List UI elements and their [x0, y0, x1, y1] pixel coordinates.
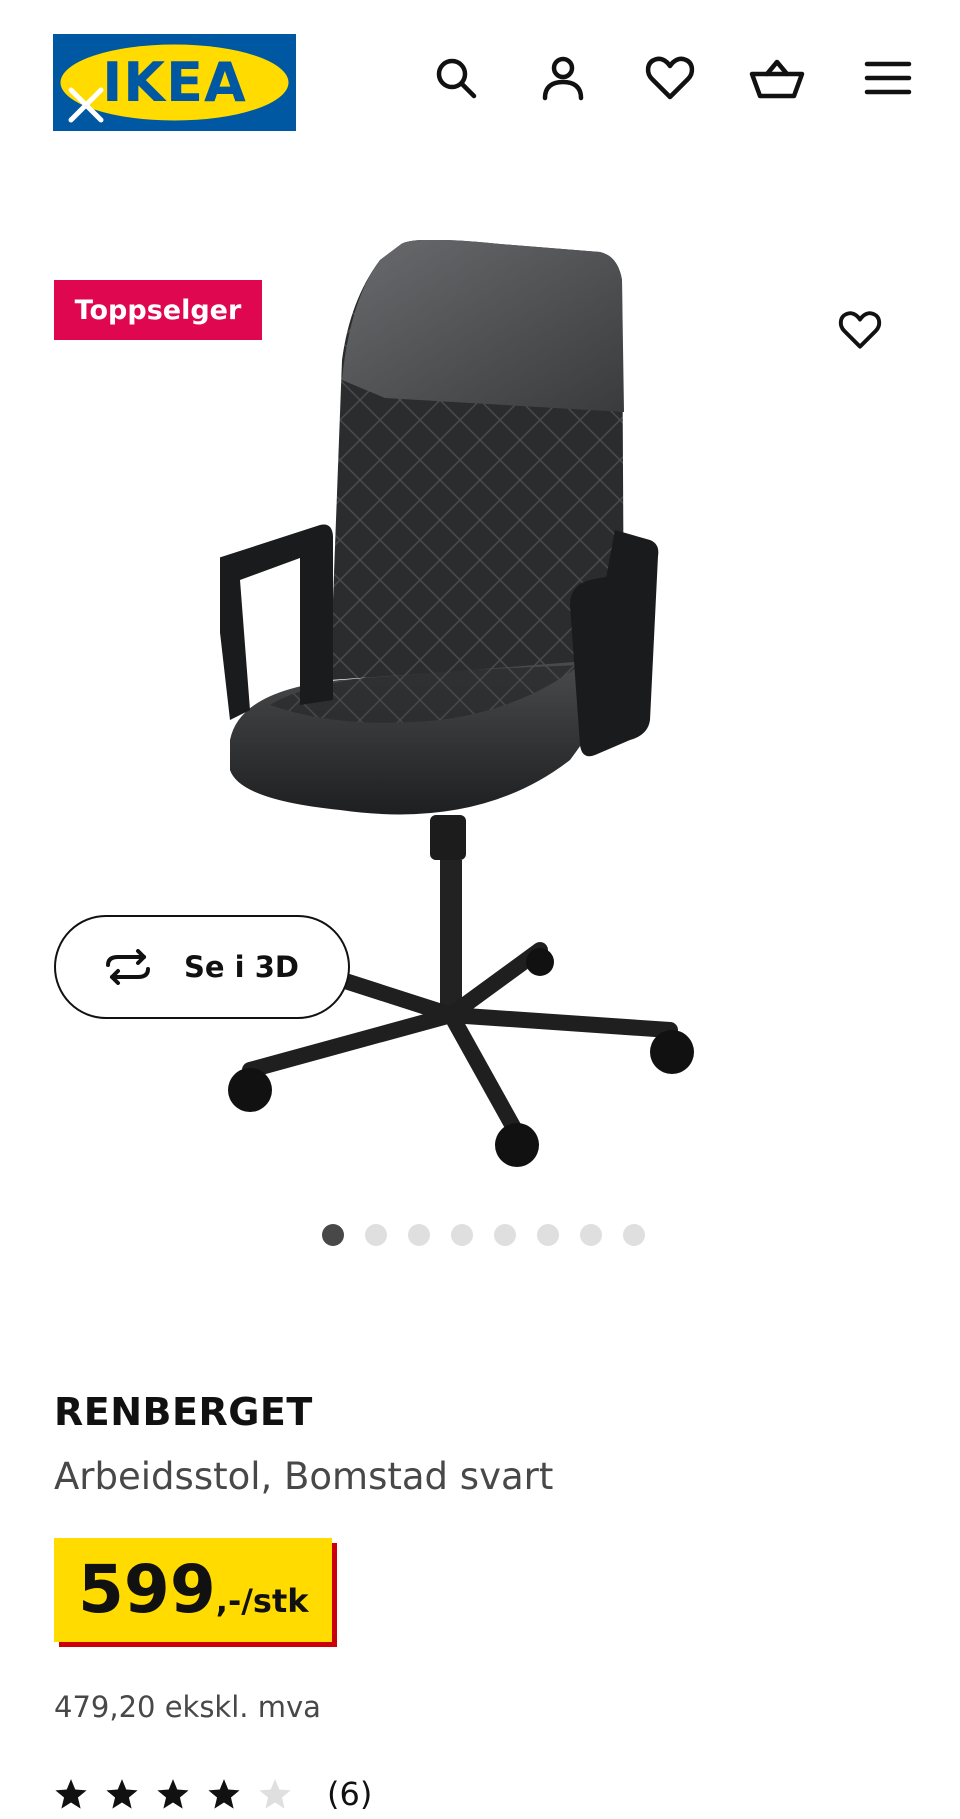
ikea-logo[interactable]: IKEA ®	[53, 34, 296, 131]
gallery-dot[interactable]	[623, 1224, 645, 1246]
star-empty-icon	[259, 1779, 291, 1809]
gallery-dot[interactable]	[494, 1224, 516, 1246]
price-amount: 599	[78, 1551, 216, 1628]
gallery-pagination	[322, 1224, 645, 1246]
product-description: Arbeidsstol, Bomstad svart	[54, 1455, 554, 1498]
gallery-dot[interactable]	[408, 1224, 430, 1246]
price-tag: 599 ,-/stk	[54, 1538, 332, 1642]
price-excluding-vat: 479,20 ekskl. mva	[54, 1690, 321, 1724]
search-icon[interactable]	[426, 48, 486, 108]
product-name: RENBERGET	[54, 1390, 313, 1434]
gallery-dot[interactable]	[322, 1224, 344, 1246]
gallery-dot[interactable]	[537, 1224, 559, 1246]
product-rating[interactable]: (6)	[54, 1775, 372, 1813]
star-filled-icon	[208, 1779, 240, 1809]
gallery-dot[interactable]	[451, 1224, 473, 1246]
star-filled-icon	[55, 1779, 87, 1809]
svg-text:IKEA: IKEA	[102, 51, 247, 114]
price-unit: ,-/stk	[215, 1582, 309, 1620]
site-header: IKEA ®	[0, 0, 960, 170]
product-image[interactable]	[220, 240, 760, 1180]
star-filled-icon	[106, 1779, 138, 1809]
profile-icon[interactable]	[533, 48, 593, 108]
svg-text:®: ®	[277, 60, 287, 71]
rotate-3d-icon	[106, 949, 150, 985]
heart-icon	[838, 311, 882, 349]
view-in-3d-button[interactable]: Se i 3D	[54, 915, 350, 1019]
gallery-dot[interactable]	[365, 1224, 387, 1246]
review-count[interactable]: (6)	[327, 1775, 372, 1813]
star-filled-icon	[157, 1779, 189, 1809]
add-to-favourites-button[interactable]	[830, 300, 890, 360]
gallery-dot[interactable]	[580, 1224, 602, 1246]
cart-icon[interactable]	[747, 48, 807, 108]
favourites-icon[interactable]	[640, 48, 700, 108]
menu-icon[interactable]	[858, 48, 918, 108]
top-seller-badge: Toppselger	[54, 280, 262, 340]
view-in-3d-label: Se i 3D	[184, 950, 299, 984]
